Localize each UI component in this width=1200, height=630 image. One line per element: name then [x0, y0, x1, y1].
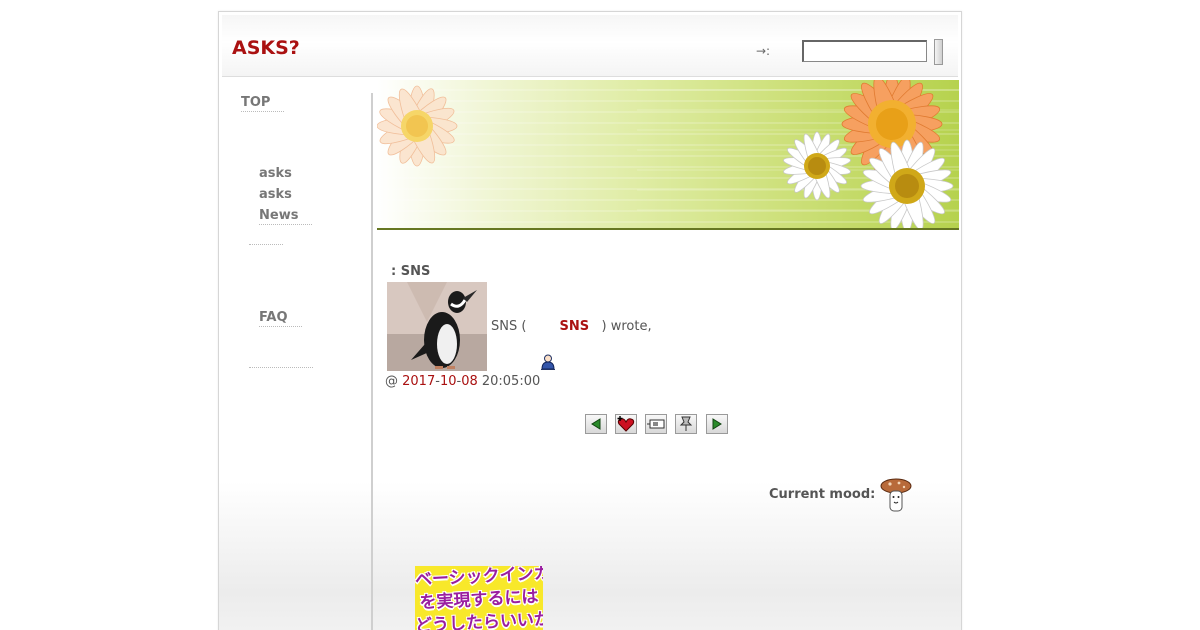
sidebar-border — [371, 93, 373, 630]
pale-daisy — [377, 85, 458, 167]
add-memory-heart-icon — [617, 416, 635, 432]
penguin-image — [387, 282, 487, 371]
sidebar-divider — [249, 244, 283, 245]
user-avatar-penguin — [387, 282, 487, 371]
header-banner-image — [377, 80, 959, 230]
basic-income-ad-banner[interactable]: ベーシックインカム を実現するには どうしたらいいか — [415, 566, 543, 630]
flower-illustration — [377, 80, 959, 228]
track-pushpin-icon — [679, 416, 693, 431]
nav-asks-link-1[interactable]: asks — [259, 166, 306, 182]
mood-mushroom-icon — [879, 478, 913, 518]
nav-asks-link-2[interactable]: asks — [259, 187, 306, 203]
nav-faq-link[interactable]: FAQ — [259, 310, 302, 327]
site-title[interactable]: ASKS? — [232, 37, 300, 59]
sidebar-divider — [249, 367, 313, 368]
site-header: ASKS? →: — [222, 15, 958, 77]
nav-news-link[interactable]: News — [259, 208, 313, 225]
tell-a-friend-button[interactable] — [645, 414, 667, 434]
post-date: @ 2017-10-08 20:05:00 — [385, 374, 541, 389]
search-label: →: — [756, 44, 771, 58]
wrote-line: SNS ( SNS ) wrote, — [491, 319, 652, 334]
next-arrow-icon — [712, 418, 722, 430]
tell-a-friend-icon — [647, 419, 665, 429]
track-entry-button[interactable] — [675, 414, 697, 434]
date-year-link[interactable]: 2017 — [402, 374, 435, 389]
date-month-link[interactable]: 10 — [440, 374, 457, 389]
add-to-memories-button[interactable] — [615, 414, 637, 434]
post-title: : SNS — [391, 264, 431, 279]
user-icon[interactable] — [541, 354, 555, 374]
nav-top-link[interactable]: TOP — [241, 95, 285, 112]
author-link[interactable]: SNS — [560, 319, 590, 334]
search-input[interactable] — [802, 40, 927, 62]
current-mood-label: Current mood: — [769, 487, 876, 502]
page-container: ASKS? →: TOP asks asks News FAQ: SNS SN… — [218, 11, 962, 630]
sidebar: TOP asks asks News FAQ — [219, 87, 373, 630]
previous-entry-button[interactable] — [585, 414, 607, 434]
date-day-link[interactable]: 08 — [461, 374, 478, 389]
next-entry-button[interactable] — [706, 414, 728, 434]
previous-arrow-icon — [591, 418, 601, 430]
search-button[interactable] — [934, 39, 943, 65]
